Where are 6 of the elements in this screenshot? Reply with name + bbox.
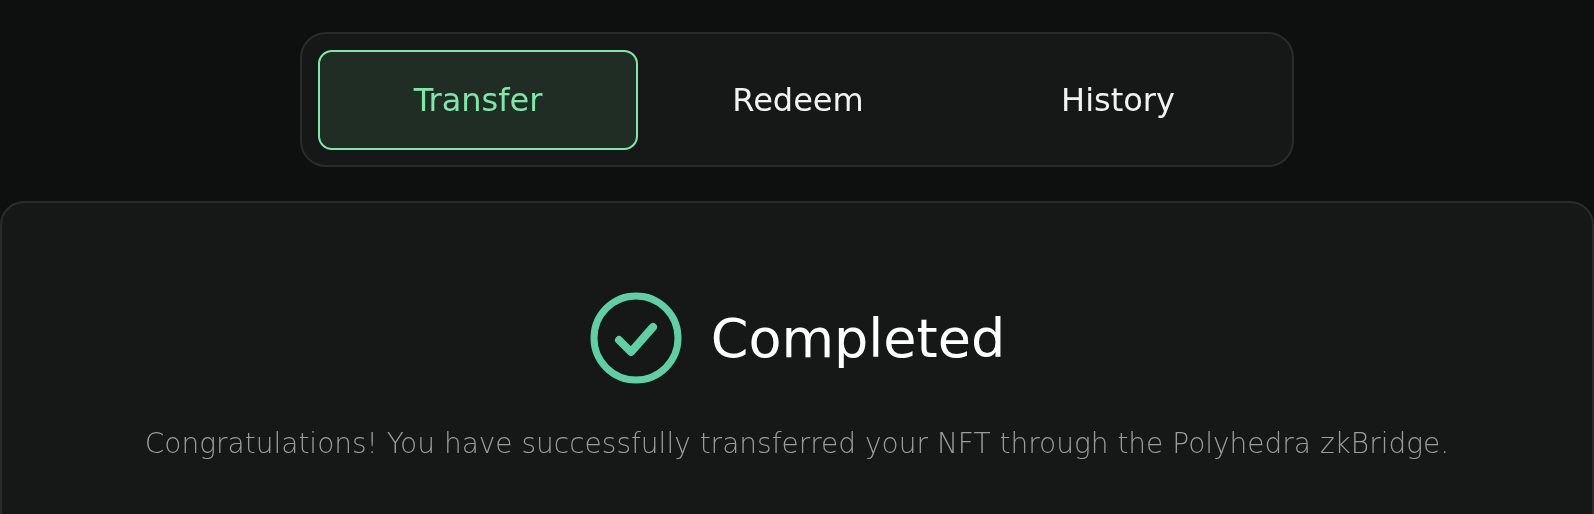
tab[interactable]: Redeem <box>638 50 958 150</box>
status-message: Congratulations! You have successfully transferred your NFT through the Polyhedra zkBridge. <box>143 427 1451 460</box>
check-circle-icon <box>588 291 683 385</box>
tab[interactable]: Transfer <box>318 50 638 150</box>
tab[interactable]: History <box>958 50 1278 150</box>
status-title: Completed <box>710 306 1006 370</box>
